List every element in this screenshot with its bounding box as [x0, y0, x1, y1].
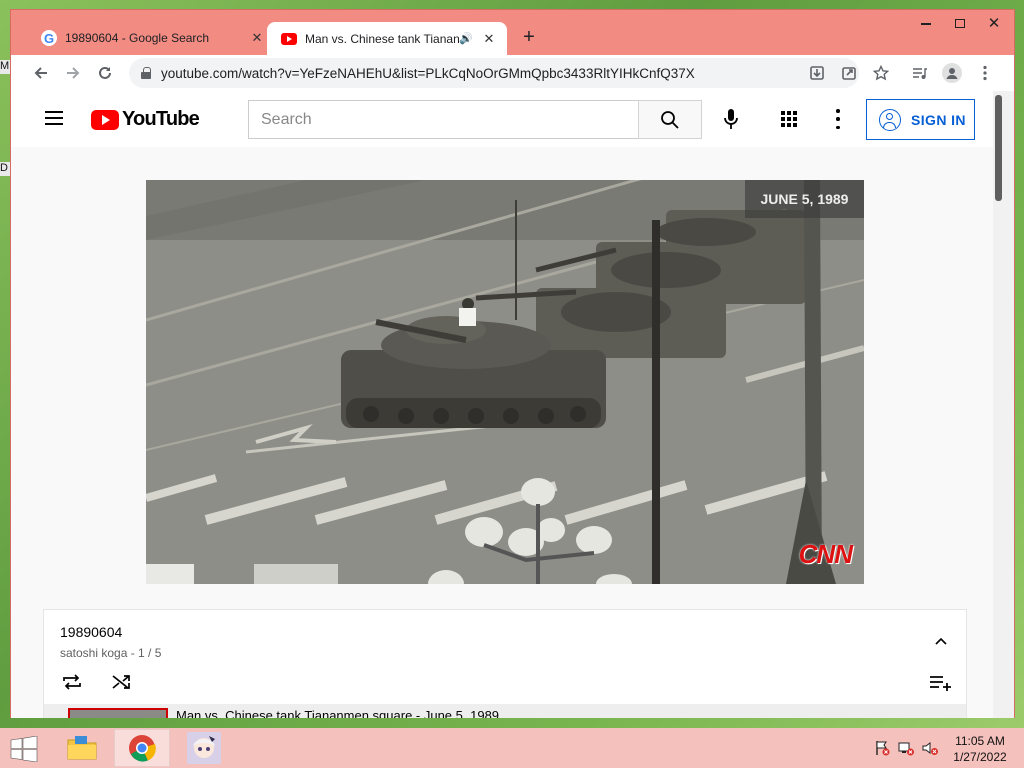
audio-playing-icon[interactable]: 🔊: [459, 32, 473, 45]
account-circle-icon: [879, 108, 901, 131]
shuffle-playlist-icon[interactable]: [110, 672, 134, 692]
desktop-icon-label[interactable]: M: [0, 60, 10, 74]
playlist-item-thumbnail[interactable]: [68, 708, 168, 718]
tab-title: 19890604 - Google Search: [65, 31, 210, 45]
save-playlist-icon[interactable]: [928, 672, 952, 692]
youtube-play-logo-icon: [91, 109, 119, 130]
maximize-icon: [955, 18, 965, 28]
microphone-icon: [724, 109, 738, 129]
sign-in-button[interactable]: SIGN IN: [866, 99, 975, 140]
cnn-watermark-logo: CNN: [798, 539, 853, 569]
menu-kebab-icon[interactable]: [975, 63, 995, 83]
youtube-page: YouTube Search SIGN IN JUNE 5, 1989 CNN …: [11, 91, 1014, 718]
close-window-button[interactable]: ✕: [977, 12, 1011, 34]
playlist-title[interactable]: 19890604: [60, 624, 122, 640]
collapse-chevron-up-icon[interactable]: [934, 634, 948, 648]
taskbar: 11:05 AM 1/27/2022: [0, 728, 1024, 768]
back-arrow-icon: [34, 67, 47, 79]
scrollbar-thumb[interactable]: [995, 95, 1002, 201]
minimize-button[interactable]: [909, 12, 943, 34]
share-icon[interactable]: [839, 63, 859, 83]
google-g-icon: G: [41, 30, 57, 46]
bookmark-star-icon[interactable]: [871, 63, 891, 83]
action-center-flag-icon[interactable]: [874, 740, 890, 756]
profile-icon[interactable]: [942, 63, 962, 83]
settings-more-icon[interactable]: [835, 109, 841, 129]
anime-character-app-icon[interactable]: [176, 729, 232, 767]
browser-window: G 19890604 - Google Search ✕ Man vs. Chi…: [10, 9, 1015, 718]
clock-date: 1/27/2022: [953, 750, 1007, 764]
media-control-icon[interactable]: [909, 63, 929, 83]
url-text[interactable]: youtube.com/watch?v=YeFzeNAHEhU&list=PLk…: [161, 66, 695, 81]
desktop-icon-label[interactable]: D: [0, 162, 10, 176]
video-date-overlay: JUNE 5, 1989: [745, 180, 864, 218]
tab-title: Man vs. Chinese tank Tiananmen square - …: [305, 31, 460, 46]
search-icon: [661, 110, 679, 129]
reload-button[interactable]: [91, 59, 119, 87]
youtube-logo-text: YouTube: [122, 108, 200, 130]
tab-youtube-video[interactable]: Man vs. Chinese tank Tiananmen square - …: [267, 22, 507, 55]
search-button[interactable]: [638, 100, 702, 139]
playlist-item-title[interactable]: Man vs. Chinese tank Tiananmen square - …: [176, 708, 499, 718]
playlist-item-current[interactable]: Man vs. Chinese tank Tiananmen square - …: [44, 704, 966, 718]
windows-start-icon[interactable]: [10, 735, 38, 763]
volume-muted-icon[interactable]: [922, 740, 938, 756]
search-input[interactable]: Search: [248, 100, 639, 139]
youtube-header: YouTube Search SIGN IN: [11, 91, 993, 147]
hamburger-menu-icon[interactable]: [45, 111, 63, 125]
playlist-subtitle: satoshi koga - 1 / 5: [60, 646, 162, 660]
reload-icon: [99, 66, 111, 79]
install-app-icon[interactable]: [807, 63, 827, 83]
network-icon[interactable]: [898, 740, 914, 756]
tab-close-icon[interactable]: ✕: [481, 31, 497, 47]
file-explorer-icon[interactable]: [54, 729, 110, 767]
youtube-icon: [281, 31, 297, 47]
clock-time: 11:05 AM: [955, 734, 1005, 748]
browser-toolbar: youtube.com/watch?v=YeFzeNAHEhU&list=PLk…: [11, 55, 1014, 91]
sign-in-label: SIGN IN: [911, 111, 966, 128]
forward-button[interactable]: [59, 59, 87, 87]
lock-icon[interactable]: [141, 67, 151, 79]
page-scrollbar[interactable]: [993, 91, 1014, 718]
video-player[interactable]: JUNE 5, 1989 CNN: [146, 180, 864, 584]
loop-playlist-icon[interactable]: [60, 672, 84, 692]
apps-grid-icon[interactable]: [781, 111, 797, 127]
new-tab-button[interactable]: +: [517, 26, 541, 50]
voice-search-button[interactable]: [719, 107, 743, 131]
address-bar[interactable]: youtube.com/watch?v=YeFzeNAHEhU&list=PLk…: [129, 58, 859, 88]
system-clock[interactable]: 11:05 AM 1/27/2022: [944, 733, 1016, 765]
back-button[interactable]: [27, 59, 55, 87]
tab-close-icon[interactable]: ✕: [249, 30, 265, 46]
youtube-logo[interactable]: YouTube: [91, 108, 200, 131]
playlist-panel: 19890604 satoshi koga - 1 / 5 Man vs. Ch…: [43, 609, 967, 718]
video-frame-tank-scene: [146, 180, 864, 584]
minimize-icon: [921, 23, 931, 25]
chrome-icon[interactable]: [114, 729, 170, 767]
tab-google-search[interactable]: G 19890604 - Google Search ✕: [27, 22, 275, 54]
maximize-button[interactable]: [943, 12, 977, 34]
forward-arrow-icon: [67, 67, 80, 79]
